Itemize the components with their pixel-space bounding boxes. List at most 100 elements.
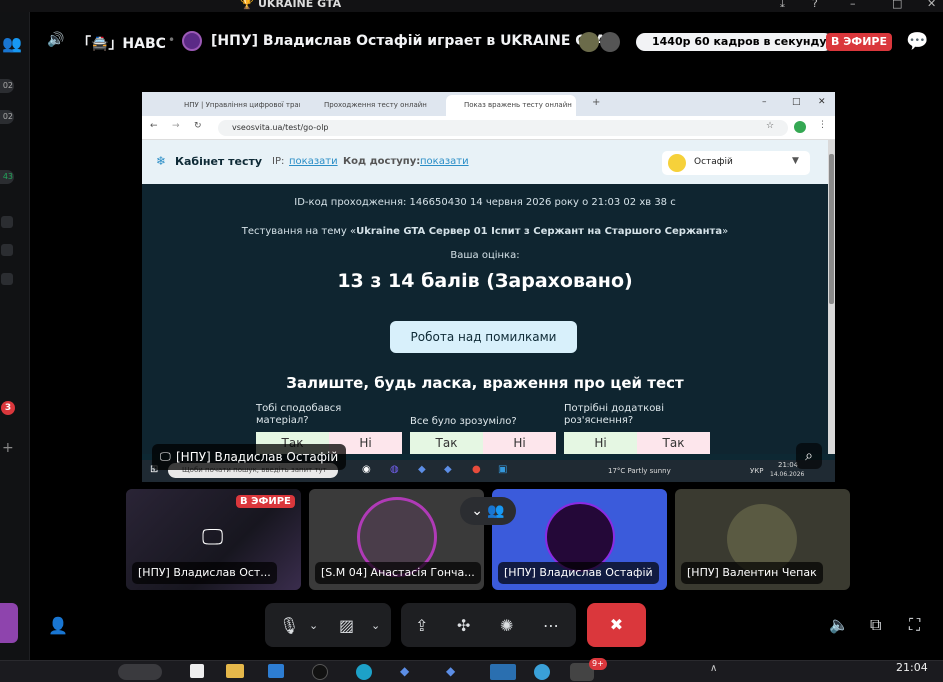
channel-name[interactable]: 「🚔」НАВС (77, 33, 166, 53)
browser-tab-strip: НПУ | Управління цифрової трансформації … (142, 92, 835, 116)
remote-lang: УКР (750, 467, 764, 475)
maximize-button[interactable]: □ (892, 0, 902, 10)
edge-icon[interactable] (356, 664, 372, 680)
photos-app-icon: ▣ (498, 464, 508, 475)
answer-no-extra[interactable]: Ні (564, 432, 637, 454)
tile-label: [НПУ] Валентин Чепак (681, 562, 823, 584)
add-server-icon[interactable]: + (2, 440, 14, 456)
soundboard-icon[interactable]: ✺ (500, 616, 513, 635)
taskbar-app-icon[interactable]: ◆ (400, 664, 409, 678)
participant-tile[interactable]: [НПУ] Валентин Чепак (675, 489, 850, 590)
invite-icon[interactable]: 👤 (48, 616, 68, 635)
chevron-down-icon[interactable]: ⌄ (309, 619, 318, 632)
leave-call-button[interactable]: ✖ (587, 603, 646, 647)
app-icon: ◆ (444, 464, 452, 475)
screen-share-button-icon[interactable]: ⇪ (415, 616, 428, 635)
camera-off-icon[interactable]: ▨ (339, 616, 354, 635)
remote-weather: 17°C Partly sunny (608, 467, 671, 475)
question-liked: Тобі сподобався матеріал? (256, 403, 342, 426)
volume-icon[interactable]: 🔈 (829, 615, 849, 634)
grade-label: Ваша оцінка: (450, 250, 520, 261)
browser-tab[interactable]: НПУ | Управління цифрової трансформації (166, 95, 300, 116)
answer-yes-extra[interactable]: Так (637, 432, 710, 454)
channel-badge[interactable]: 02 (0, 110, 14, 124)
remote-date: 14.06.2026 (770, 471, 805, 478)
test-name: Ukraine GTA Сервер 01 Іспит з Сержант на… (356, 226, 723, 237)
new-tab-icon[interactable]: + (592, 97, 600, 108)
user-dropdown[interactable]: Остафій ▼ (662, 151, 810, 175)
channel-item[interactable] (1, 273, 13, 285)
microphone-icon[interactable]: 🎙 (279, 616, 299, 635)
channel-badge[interactable]: 02 (0, 79, 14, 93)
popout-icon[interactable]: ⧉ (870, 615, 881, 635)
browser-minimize-icon[interactable]: – (762, 97, 767, 107)
help-icon[interactable]: ? (812, 0, 818, 10)
taskbar-app-icon[interactable] (534, 664, 550, 680)
taskbar-app-icon[interactable] (190, 664, 204, 678)
taskbar-app-icon[interactable]: ◆ (446, 664, 455, 678)
ip-label: IP: (272, 156, 285, 167)
add-friend-icon[interactable]: 👥 (2, 34, 22, 53)
taskbar-widget[interactable] (118, 664, 162, 680)
tile-label: [НПУ] Владислав Ост... (132, 562, 277, 584)
viewer-avatar[interactable] (600, 32, 620, 52)
mistakes-button[interactable]: Робота над помилками (390, 321, 577, 353)
answer-yes-clear[interactable]: Так (410, 432, 483, 454)
activities-icon[interactable]: ✣ (457, 616, 470, 635)
app-icon: 🏆 (240, 0, 254, 10)
back-icon[interactable]: ← (150, 121, 158, 131)
taskbar-app-icon[interactable] (268, 664, 284, 678)
bookmark-star-icon[interactable]: ☆ (766, 121, 774, 131)
browser-close-icon[interactable]: ✕ (818, 97, 826, 107)
user-avatar[interactable] (0, 603, 18, 643)
tray-chevron-icon[interactable]: ∧ (710, 663, 717, 674)
taskbar-app-icon[interactable] (490, 664, 516, 680)
speaker-icon[interactable]: 🔊 (47, 32, 64, 48)
forward-icon[interactable]: → (172, 121, 180, 131)
screen-share-icon: 🖵 (202, 525, 224, 550)
channel-badge[interactable]: 43 (0, 170, 14, 184)
chat-icon[interactable]: 💬 (906, 31, 928, 52)
url-bar[interactable]: vseosvita.ua/test/go-olp (218, 120, 788, 136)
close-button[interactable]: ✕ (927, 0, 936, 10)
more-icon[interactable]: ⋯ (543, 616, 559, 635)
tile-live-badge: В ЭФИРЕ (236, 495, 295, 508)
av-controls: 🎙 ⌄ ▨ ⌄ (265, 603, 391, 647)
reload-icon[interactable]: ↻ (194, 121, 202, 131)
download-icon[interactable]: ⤓ (780, 0, 785, 11)
screen-share-icon: 🖵 (160, 450, 171, 463)
zoom-icon[interactable]: ⌕ (796, 443, 822, 469)
feedback-title: Залиште, будь ласка, враження про цей те… (286, 374, 684, 392)
question-extra: Потрібні додаткові роз'яснення? (564, 403, 664, 426)
answer-no-clear[interactable]: Ні (483, 432, 556, 454)
taskbar-app-icon[interactable] (312, 664, 328, 680)
quality-badge: 1440р 60 кадров в секунду (636, 33, 833, 51)
stream-name-tag: [НПУ] Владислав Остафій (152, 444, 347, 470)
browser-menu-icon[interactable]: ⋮ (818, 120, 827, 130)
stream-view[interactable]: НПУ | Управління цифрової трансформації … (142, 92, 835, 482)
collapse-participants-button[interactable]: ⌄ 👥 (460, 497, 516, 525)
fullscreen-icon[interactable]: ⛶ (909, 615, 920, 635)
channel-item[interactable] (1, 244, 13, 256)
profile-icon[interactable] (794, 121, 806, 133)
channel-item[interactable] (1, 216, 13, 228)
viewer-avatar[interactable] (579, 32, 599, 52)
participant-tile-speaking[interactable]: [НПУ] Владислав Остафій (492, 489, 667, 590)
streamer-avatar (182, 31, 202, 51)
chevron-down-icon[interactable]: ⌄ (371, 619, 380, 632)
ip-show-link[interactable]: показати (289, 156, 338, 167)
minimize-button[interactable]: – (850, 0, 856, 10)
site-brand[interactable]: Кабінет тесту (175, 155, 262, 168)
snowflake-logo-icon: ❄ (156, 154, 167, 168)
file-explorer-icon[interactable] (226, 664, 244, 678)
live-badge: В ЭФИРЕ (826, 33, 892, 51)
browser-tab[interactable]: Проходження тесту онлайн (306, 95, 440, 116)
access-code-link[interactable]: показати (420, 156, 469, 167)
browser-tab-active[interactable]: Показ вражень тесту онлайн (446, 95, 576, 116)
test-topic-prefix: Тестування на тему « (241, 226, 357, 237)
browser-restore-icon[interactable]: □ (792, 97, 801, 107)
scrollbar-thumb[interactable] (829, 154, 834, 304)
question-clear: Все було зрозуміло? (410, 416, 517, 427)
participant-tile[interactable]: В ЭФИРЕ 🖵 [НПУ] Владислав Ост... (126, 489, 301, 590)
participant-tile[interactable]: [S.M 04] Анастасія Гонча... (309, 489, 484, 590)
